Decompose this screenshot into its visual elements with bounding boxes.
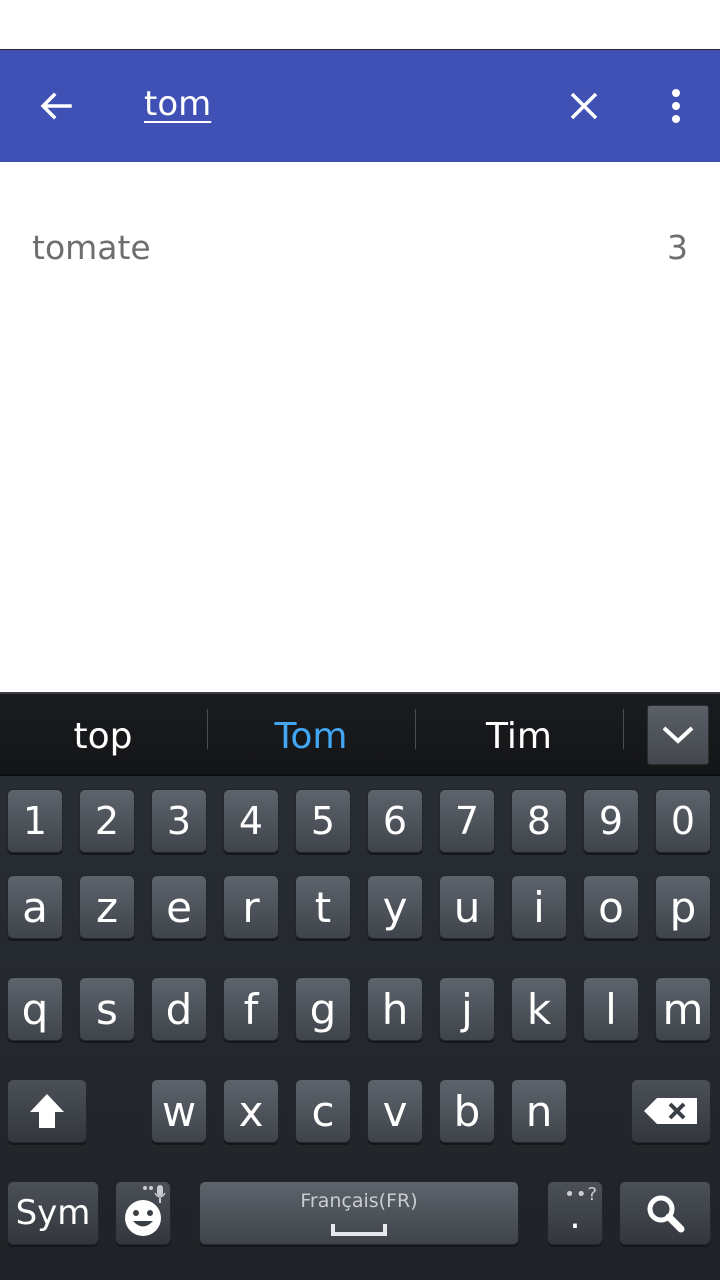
- more-options-button[interactable]: [650, 80, 702, 132]
- key-1[interactable]: 1: [7, 789, 63, 853]
- search-toolbar: tom: [0, 50, 720, 162]
- keyboard-language-label: Français(FR): [300, 1190, 418, 1212]
- key-u[interactable]: u: [439, 875, 495, 939]
- key-p[interactable]: p: [655, 875, 711, 939]
- key-x[interactable]: x: [223, 1079, 279, 1143]
- key-e[interactable]: e: [151, 875, 207, 939]
- key-z[interactable]: z: [79, 875, 135, 939]
- status-strip: [0, 0, 720, 50]
- list-item[interactable]: tomate 3: [0, 206, 720, 290]
- shift-arrow-icon: [30, 1094, 64, 1128]
- suggestion-item[interactable]: top: [0, 694, 206, 778]
- key-b[interactable]: b: [439, 1079, 495, 1143]
- key-d[interactable]: d: [151, 977, 207, 1041]
- keyboard: top Tom Tim 1 2 3 4 5 6 7 8 9 0 a z e r …: [0, 692, 720, 1280]
- more-vert-icon: [672, 89, 680, 123]
- key-g[interactable]: g: [295, 977, 351, 1041]
- key-h[interactable]: h: [367, 977, 423, 1041]
- close-icon: [570, 92, 598, 120]
- screen: tom tomate 3 top Tom Tim 1 2 3 4 5 6 7 8…: [0, 0, 720, 1280]
- key-r[interactable]: r: [223, 875, 279, 939]
- search-key[interactable]: [619, 1181, 711, 1245]
- key-6[interactable]: 6: [367, 789, 423, 853]
- key-s[interactable]: s: [79, 977, 135, 1041]
- shift-key[interactable]: [7, 1079, 87, 1143]
- key-q[interactable]: q: [7, 977, 63, 1041]
- key-5[interactable]: 5: [295, 789, 351, 853]
- key-i[interactable]: i: [511, 875, 567, 939]
- search-query-text[interactable]: tom: [144, 84, 211, 124]
- key-9[interactable]: 9: [583, 789, 639, 853]
- key-2[interactable]: 2: [79, 789, 135, 853]
- key-c[interactable]: c: [295, 1079, 351, 1143]
- key-w[interactable]: w: [151, 1079, 207, 1143]
- suggestion-item[interactable]: Tim: [416, 694, 622, 778]
- period-hint-label: ••?: [564, 1184, 598, 1205]
- key-3[interactable]: 3: [151, 789, 207, 853]
- key-n[interactable]: n: [511, 1079, 567, 1143]
- key-t[interactable]: t: [295, 875, 351, 939]
- key-l[interactable]: l: [583, 977, 639, 1041]
- period-key[interactable]: ••? .: [547, 1181, 603, 1245]
- result-count: 3: [667, 228, 688, 267]
- key-j[interactable]: j: [439, 977, 495, 1041]
- key-o[interactable]: o: [583, 875, 639, 939]
- key-7[interactable]: 7: [439, 789, 495, 853]
- key-8[interactable]: 8: [511, 789, 567, 853]
- space-bar-icon: [331, 1224, 387, 1236]
- back-button[interactable]: [30, 80, 82, 132]
- collapse-suggestions-button[interactable]: [647, 705, 709, 765]
- search-icon: [647, 1195, 685, 1233]
- result-name: tomate: [32, 228, 151, 267]
- suggestion-item-selected[interactable]: Tom: [208, 694, 414, 778]
- key-v[interactable]: v: [367, 1079, 423, 1143]
- divider: [623, 709, 624, 749]
- key-4[interactable]: 4: [223, 789, 279, 853]
- emoji-voice-key[interactable]: [115, 1181, 171, 1245]
- mic-icon: [143, 1185, 166, 1203]
- backspace-icon: [644, 1098, 697, 1124]
- space-key[interactable]: Français(FR): [199, 1181, 519, 1245]
- results-list: tomate 3: [0, 162, 720, 692]
- backspace-key[interactable]: [631, 1079, 711, 1143]
- chevron-down-icon: [662, 726, 694, 744]
- key-m[interactable]: m: [655, 977, 711, 1041]
- key-0[interactable]: 0: [655, 789, 711, 853]
- key-k[interactable]: k: [511, 977, 567, 1041]
- clear-search-button[interactable]: [558, 80, 610, 132]
- key-y[interactable]: y: [367, 875, 423, 939]
- sym-key[interactable]: Sym: [7, 1181, 99, 1245]
- key-a[interactable]: a: [7, 875, 63, 939]
- arrow-back-icon: [40, 92, 72, 120]
- key-f[interactable]: f: [223, 977, 279, 1041]
- suggestion-bar: top Tom Tim: [0, 692, 720, 776]
